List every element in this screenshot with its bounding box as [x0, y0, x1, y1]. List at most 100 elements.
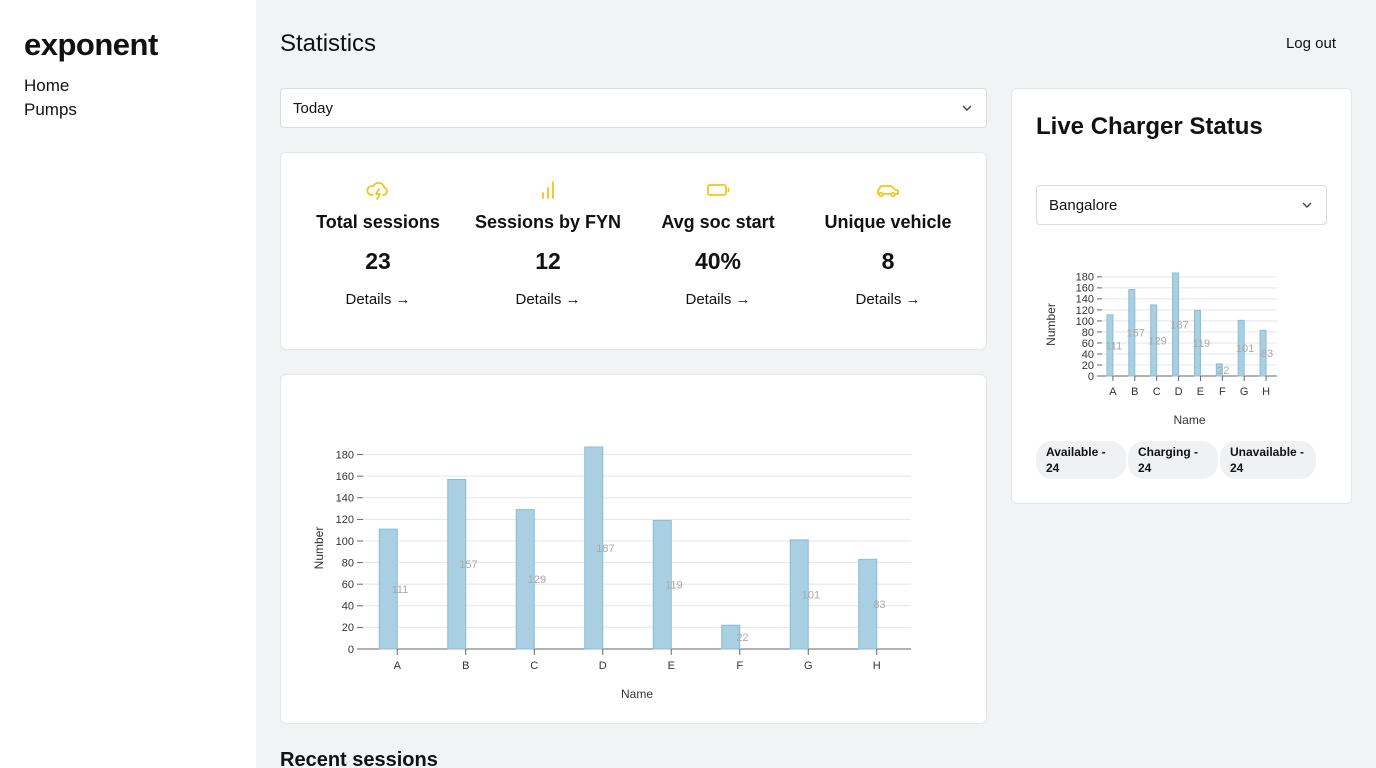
city-select-value: Bangalore [1049, 196, 1118, 214]
details-link[interactable]: Details → [685, 291, 750, 308]
x-tick-label: C [530, 660, 538, 672]
y-tick-label: 80 [1082, 327, 1094, 339]
chevron-down-icon [962, 105, 972, 111]
storm-cloud-icon [366, 182, 388, 200]
data-label: 22 [1217, 365, 1229, 377]
x-tick-label: H [1262, 386, 1270, 398]
y-axis-title: Number [1044, 303, 1058, 346]
y-tick-label: 20 [1082, 360, 1094, 372]
unavailable-badge: Unavailable - 24 [1220, 441, 1316, 479]
y-tick-label: 100 [336, 536, 354, 548]
stat-sessions-by-fyn: Sessions by FYN 12 Details → [463, 153, 633, 309]
stat-label: Sessions by FYN [474, 212, 622, 232]
charging-badge: Charging - 24 [1128, 441, 1218, 479]
x-tick-label: F [736, 660, 743, 672]
stat-value: 40% [694, 248, 742, 274]
recent-sessions-title: Recent sessions [280, 749, 438, 768]
stat-total-sessions: Total sessions 23 Details → [293, 153, 463, 309]
live-charger-status-card: Live Charger Status Bangalore 0 20 40 60 80 1… [1011, 88, 1352, 504]
y-tick-label: 120 [336, 514, 354, 526]
status-badges: Available - 24 Charging - 24 Unavailable… [1036, 441, 1328, 479]
y-axis-title: Number [312, 527, 326, 570]
data-label: 157 [1127, 328, 1145, 340]
x-tick-label: B [462, 660, 469, 672]
available-badge: Available - 24 [1036, 441, 1126, 479]
stat-value: 8 [881, 248, 895, 274]
x-tick-label: G [1240, 386, 1249, 398]
page-title: Statistics [280, 30, 377, 57]
sidebar-nav: Home Pumps [24, 74, 232, 122]
car-icon [877, 185, 899, 198]
stat-value: 23 [365, 248, 391, 274]
x-tick-label: C [1153, 386, 1161, 398]
y-tick-label: 100 [1076, 316, 1094, 328]
bar-signal-icon [542, 181, 554, 199]
live-status-title: Live Charger Status [1036, 113, 1263, 140]
y-tick-label: 40 [342, 601, 354, 613]
x-tick-label: A [1109, 386, 1117, 398]
stat-unique-vehicle: Unique vehicle 8 Details → [803, 153, 973, 309]
app-logo[interactable]: exponent [24, 26, 232, 64]
details-link[interactable]: Details → [345, 291, 410, 308]
details-link[interactable]: Details → [515, 291, 580, 308]
period-select[interactable]: Today [280, 88, 987, 128]
x-tick-label: E [668, 660, 675, 672]
x-tick-label: G [804, 660, 813, 672]
city-select[interactable]: Bangalore [1036, 185, 1327, 225]
y-tick-label: 160 [336, 471, 354, 483]
y-tick-label: 20 [342, 622, 354, 634]
y-tick-label: 60 [1082, 338, 1094, 350]
battery-icon [707, 184, 730, 196]
stat-label: Unique vehicle [824, 212, 952, 232]
x-tick-label: A [394, 660, 402, 672]
stat-avg-soc-start: Avg soc start 40% Details → [633, 153, 803, 309]
y-tick-label: 140 [336, 493, 354, 505]
data-label: 157 [459, 559, 477, 571]
x-tick-label: D [599, 660, 607, 672]
data-label: 83 [1261, 348, 1273, 360]
y-tick-label: 160 [1076, 283, 1094, 295]
y-tick-label: 180 [1076, 272, 1094, 284]
main-chart-card: 0 20 40 60 80 100 120 140 160 180 111 A 157 B 129 C 187 D… [280, 374, 987, 724]
y-tick-label: 140 [1076, 294, 1094, 306]
data-label: 119 [1193, 338, 1211, 350]
period-select-value: Today [293, 99, 334, 117]
charger-bar-chart: 020406080100120140160180 111 A 157 B 129 C 187 D… [1044, 272, 1277, 427]
sidebar-item-home[interactable]: Home [24, 74, 232, 98]
x-tick-label: E [1197, 386, 1204, 398]
data-label: 101 [1236, 343, 1254, 355]
x-tick-label: B [1131, 386, 1138, 398]
y-tick-label: 0 [1088, 371, 1094, 383]
y-tick-label: 120 [1076, 305, 1094, 317]
data-label: 111 [392, 584, 409, 596]
data-label: 187 [1170, 319, 1188, 331]
y-tick-label: 80 [342, 557, 354, 569]
data-label: 22 [736, 632, 748, 644]
y-tick-label: 0 [348, 644, 354, 656]
data-label: 83 [873, 599, 885, 611]
stat-label: Total sessions [316, 212, 440, 232]
sidebar-item-pumps[interactable]: Pumps [24, 98, 232, 122]
data-label: 129 [528, 574, 546, 586]
y-tick-label: 60 [342, 579, 354, 591]
stats-card: Total sessions 23 Details → Sessions by … [280, 152, 987, 350]
x-tick-label: H [873, 660, 881, 672]
data-label: 119 [665, 580, 683, 592]
details-link[interactable]: Details → [855, 291, 920, 308]
x-tick-label: F [1219, 386, 1226, 398]
sidebar: exponent Home Pumps [0, 0, 256, 768]
y-tick-label: 40 [1082, 349, 1094, 361]
stat-label: Avg soc start [661, 212, 775, 232]
data-label: 111 [1105, 340, 1122, 352]
stat-value: 12 [535, 248, 561, 274]
sessions-bar-chart: 0 20 40 60 80 100 120 140 160 180 111 A 157 B 129 C 187 D… [312, 446, 911, 701]
data-label: 101 [802, 589, 820, 601]
data-label: 187 [596, 543, 614, 555]
x-axis-title: Name [1173, 413, 1205, 427]
x-tick-label: D [1175, 386, 1183, 398]
y-tick-label: 180 [336, 449, 354, 461]
chevron-down-icon [1302, 202, 1312, 208]
logout-button[interactable]: Log out [1286, 35, 1336, 52]
data-label: 129 [1148, 335, 1166, 347]
x-axis-title: Name [621, 687, 653, 701]
